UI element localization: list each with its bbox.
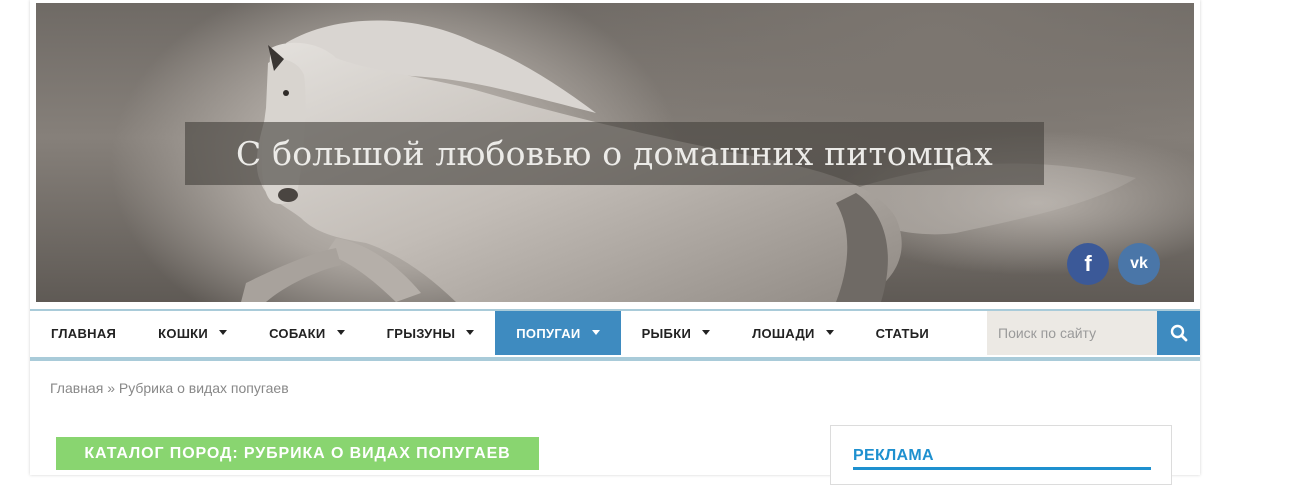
caret-down-icon <box>466 329 475 335</box>
main-navigation: ГЛАВНАЯ КОШКИ СОБАКИ ГРЫЗУНЫ ПОПУГАИ РЫБКИ ЛОШ… <box>30 309 1200 361</box>
nav-menu: ГЛАВНАЯ КОШКИ СОБАКИ ГРЫЗУНЫ ПОПУГАИ РЫБКИ ЛОШ… <box>30 311 950 355</box>
caret-down-icon <box>219 329 228 335</box>
facebook-icon: f <box>1084 251 1092 276</box>
site-tagline: С большой любовью о домашних питомцах <box>236 134 993 173</box>
nav-item-label: ЛОШАДИ <box>752 325 815 341</box>
nav-item-label: РЫБКИ <box>641 325 692 341</box>
sidebar-ad-widget: РЕКЛАМА <box>830 425 1172 485</box>
nav-item-dogs[interactable]: СОБАКИ <box>248 311 366 355</box>
tagline-box: С большой любовью о домашних питомцах <box>185 122 1044 185</box>
nav-item-label: КОШКИ <box>158 325 209 341</box>
caret-down-icon <box>702 329 711 335</box>
caret-down-icon <box>825 329 834 335</box>
nav-item-label: СОБАКИ <box>269 325 326 341</box>
caret-down-icon <box>336 329 345 335</box>
nav-item-cats[interactable]: КОШКИ <box>137 311 248 355</box>
vk-icon: vk <box>1130 255 1148 272</box>
search-button[interactable] <box>1157 311 1200 355</box>
breadcrumb-current: Рубрика о видах попугаев <box>118 380 289 396</box>
caret-down-icon <box>591 329 600 335</box>
header-banner: С большой любовью о домашних питомцах f … <box>36 3 1194 302</box>
breadcrumb: Главная » Рубрика о видах попугаев <box>50 380 289 396</box>
vk-button[interactable]: vk <box>1118 243 1160 285</box>
nav-item-horses[interactable]: ЛОШАДИ <box>731 311 855 355</box>
page-container: С большой любовью о домашних питомцах f … <box>30 0 1200 485</box>
nav-item-fish[interactable]: РЫБКИ <box>621 311 732 355</box>
nav-item-rodents[interactable]: ГРЫЗУНЫ <box>366 311 496 355</box>
facebook-button[interactable]: f <box>1067 243 1109 285</box>
search-input[interactable] <box>987 311 1157 355</box>
widget-title: РЕКЛАМА <box>853 447 1151 470</box>
nav-item-label: СТАТЬИ <box>875 325 930 341</box>
nav-item-label: ГЛАВНАЯ <box>51 325 117 341</box>
breadcrumb-separator: » <box>107 380 115 396</box>
nav-item-articles[interactable]: СТАТЬИ <box>855 311 950 355</box>
category-title: КАТАЛОГ ПОРОД: РУБРИКА О ВИДАХ ПОПУГАЕВ <box>56 437 539 470</box>
breadcrumb-home-link[interactable]: Главная <box>50 380 103 396</box>
nav-item-label: ГРЫЗУНЫ <box>386 325 456 341</box>
nav-item-main[interactable]: ГЛАВНАЯ <box>30 311 137 355</box>
search-icon <box>1170 324 1187 342</box>
nav-item-parrots[interactable]: ПОПУГАИ <box>495 311 621 355</box>
nav-item-label: ПОПУГАИ <box>516 325 581 341</box>
